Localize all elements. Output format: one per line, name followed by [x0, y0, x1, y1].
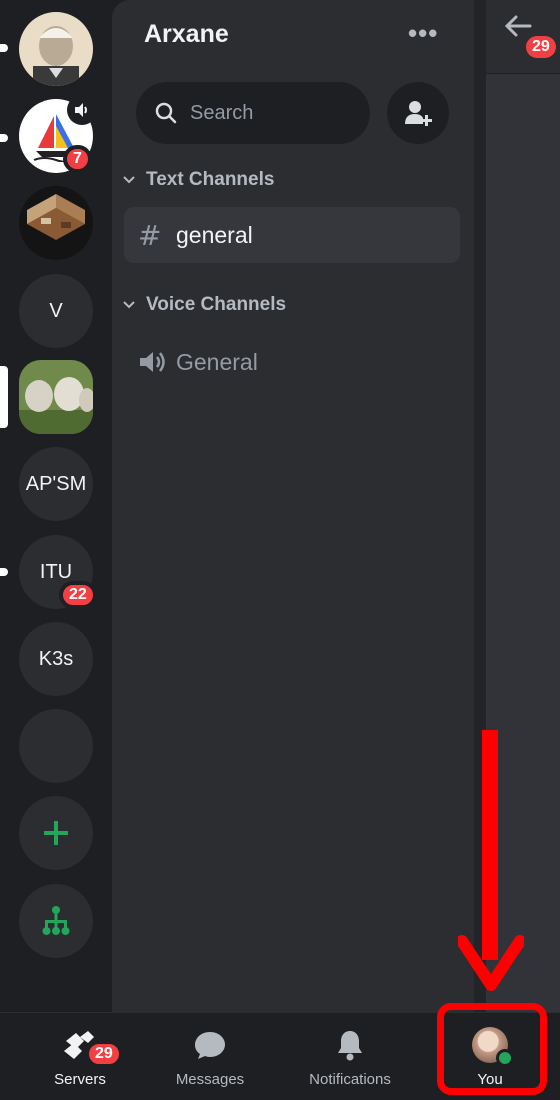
add-server-button[interactable] — [19, 796, 93, 870]
category-voice-channels[interactable]: Voice Channels — [120, 294, 286, 316]
server-label: ITU — [39, 560, 73, 583]
channel-general-voice[interactable]: General — [124, 334, 460, 390]
tab-notifications[interactable]: Notifications — [280, 1013, 420, 1100]
speaker-icon — [140, 352, 165, 372]
channel-panel: Arxane ••• Search Text Channels # genera… — [112, 0, 474, 1012]
servers-badge: 29 — [86, 1041, 122, 1067]
add-friend-icon — [405, 101, 432, 126]
server-name[interactable]: Arxane — [144, 20, 229, 49]
server-label: V — [49, 299, 63, 322]
tab-label: Servers — [54, 1071, 106, 1088]
invite-button[interactable] — [387, 82, 449, 144]
search-placeholder: Search — [190, 101, 254, 124]
server-itu[interactable]: ITU 22 — [19, 535, 97, 609]
plus-icon — [44, 821, 68, 845]
annotation-arrow-shaft — [482, 730, 498, 960]
category-label: Text Channels — [146, 169, 275, 190]
server-mention-badge: 7 — [63, 145, 92, 173]
search-icon — [155, 102, 177, 124]
unread-indicator — [0, 44, 8, 52]
chevron-down-icon — [123, 176, 135, 184]
unread-indicator — [0, 568, 8, 576]
discord-app: 7 V AP'SM ITU 22 K3s Arxane ••• Search T… — [0, 0, 560, 1100]
server-isometric-room[interactable] — [19, 186, 93, 260]
server-portrait[interactable] — [19, 12, 93, 86]
server-sheep[interactable] — [19, 360, 93, 434]
voice-activity-icon — [67, 95, 97, 125]
channel-label: General — [176, 348, 258, 375]
servers-icon: 29 — [62, 1027, 122, 1067]
bell-icon — [335, 1027, 365, 1063]
more-options-icon[interactable]: ••• — [408, 18, 448, 48]
server-k3s[interactable]: K3s — [19, 622, 93, 696]
messages-icon — [193, 1027, 227, 1063]
sheep-photo-icon — [19, 360, 93, 434]
tab-label: Messages — [175, 1071, 245, 1088]
portrait-photo-icon — [19, 12, 93, 86]
server-blank[interactable] — [19, 709, 93, 783]
back-arrow-icon[interactable] — [504, 14, 532, 38]
server-v[interactable]: V — [19, 274, 93, 348]
tab-label: Notifications — [309, 1071, 391, 1088]
server-rail: 7 V AP'SM ITU 22 K3s — [0, 0, 112, 1012]
hub-icon — [42, 906, 70, 935]
annotation-arrow-head-icon — [458, 935, 524, 991]
search-bar[interactable]: Search — [136, 82, 370, 144]
selected-server-indicator — [0, 366, 8, 428]
server-apsm[interactable]: AP'SM — [19, 447, 93, 521]
unread-indicator — [0, 134, 8, 142]
discover-button[interactable] — [19, 884, 93, 958]
server-mention-badge: 22 — [59, 581, 97, 609]
channel-general-text[interactable]: # general — [124, 207, 460, 263]
server-label: AP'SM — [25, 472, 87, 495]
server-sailboat[interactable]: 7 — [19, 95, 97, 173]
channel-label: general — [176, 221, 253, 248]
category-text-channels[interactable]: Text Channels — [120, 169, 274, 191]
chevron-down-icon — [123, 301, 135, 309]
tab-messages[interactable]: Messages — [140, 1013, 280, 1100]
isometric-room-icon — [19, 186, 93, 260]
tab-servers[interactable]: 29 Servers — [10, 1013, 150, 1100]
hash-icon: # — [138, 218, 162, 252]
annotation-highlight-box — [437, 1003, 547, 1095]
category-label: Voice Channels — [146, 294, 287, 315]
unread-badge: 29 — [526, 36, 556, 58]
server-label: K3s — [38, 647, 74, 670]
